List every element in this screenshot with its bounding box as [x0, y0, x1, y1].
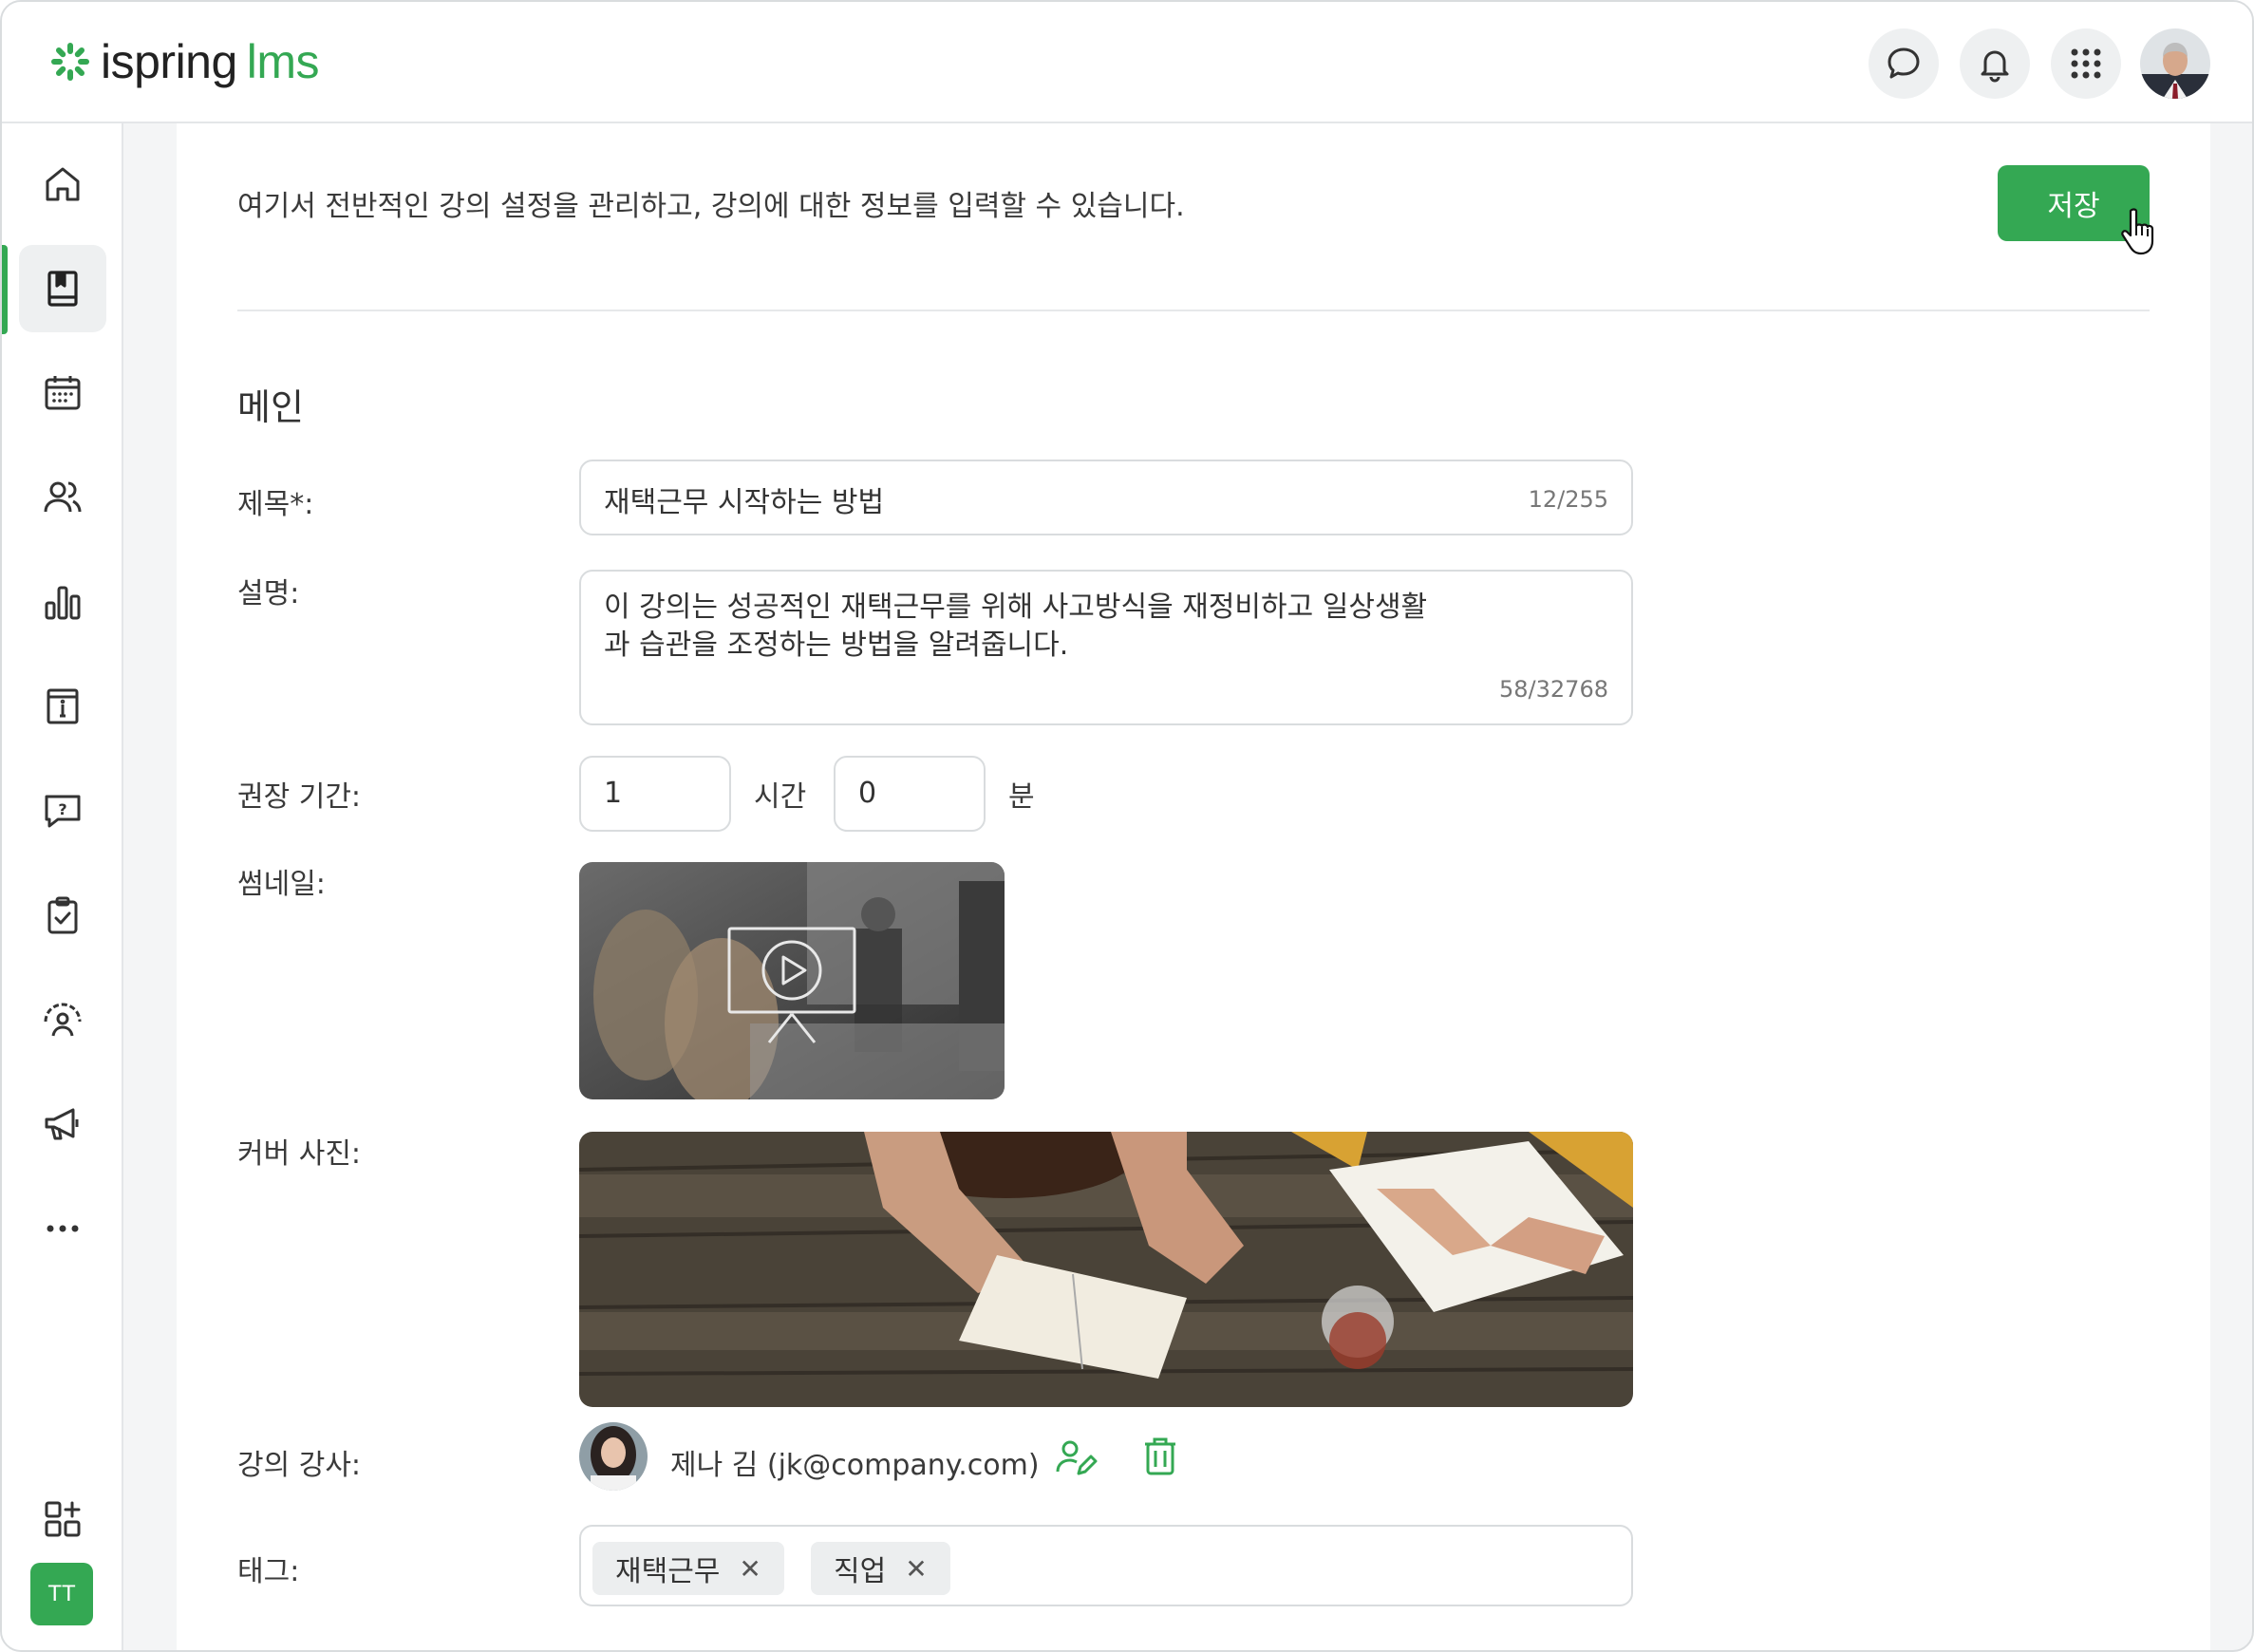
sidebar-add-widget[interactable]: [19, 1475, 106, 1563]
chat-icon: [1888, 47, 1920, 79]
title-counter: 12/255: [1528, 486, 1608, 513]
trash-icon: [1145, 1437, 1175, 1475]
remove-tag-icon[interactable]: ✕: [905, 1553, 927, 1585]
cover-photo-icon: [579, 1132, 1633, 1407]
instructor-photo-icon: [579, 1422, 648, 1491]
sidebar-item-calendar[interactable]: [19, 349, 106, 437]
logo[interactable]: ispring lms: [49, 34, 320, 89]
description-line-1: 이 강의는 성공적인 재택근무를 위해 사고방식을 재정비하고 일상생활: [604, 591, 1428, 624]
user-initials-badge[interactable]: TT: [30, 1563, 93, 1625]
minutes-unit-label: 분: [1008, 780, 1035, 814]
thumbnail-label: 썸네일:: [237, 868, 326, 901]
tag-chip: 재택근무 ✕: [592, 1542, 784, 1595]
users-icon: [44, 481, 82, 513]
svg-text:?: ?: [58, 800, 66, 818]
hours-unit-label: 시간: [754, 780, 807, 814]
apps-button[interactable]: [2051, 28, 2121, 99]
sidebar-item-info[interactable]: [19, 663, 106, 750]
question-bubble-icon: ?: [45, 795, 81, 828]
sidebar-item-courses[interactable]: [19, 245, 106, 332]
instructor-label: 강의 강사:: [237, 1449, 362, 1482]
megaphone-icon: [45, 1108, 79, 1140]
user-photo-icon: [2140, 28, 2210, 99]
thumbnail-image[interactable]: [579, 862, 1005, 1099]
sidebar-item-reports[interactable]: [19, 558, 106, 646]
sidebar-item-assignments[interactable]: [19, 872, 106, 959]
calendar-icon: [45, 376, 81, 410]
course-settings-panel: 여기서 전반적인 강의 설정을 관리하고, 강의에 대한 정보를 입력할 수 있…: [177, 123, 2210, 1650]
sidebar-item-announcements[interactable]: [19, 1080, 106, 1168]
chat-button[interactable]: [1869, 28, 1939, 99]
notifications-button[interactable]: [1960, 28, 2030, 99]
sidebar-item-performance[interactable]: [19, 976, 106, 1063]
instructor-avatar: [579, 1422, 648, 1491]
tags-label: 태그:: [237, 1555, 300, 1588]
title-value: 재택근무 시작하는 방법: [604, 486, 885, 519]
sidebar-item-users[interactable]: [19, 454, 106, 541]
sidebar-item-home[interactable]: [19, 141, 106, 228]
duration-minutes-value: 0: [858, 777, 877, 810]
bell-icon: [1981, 50, 2009, 83]
title-label: 제목*:: [237, 488, 314, 521]
sidebar: ? TT: [2, 123, 123, 1650]
cover-label: 커버 사진:: [237, 1137, 362, 1171]
instructor-name: 제나 김 (jk@company.com): [670, 1449, 1040, 1482]
description-counter: 58/32768: [1499, 676, 1608, 703]
info-doc-icon: [47, 688, 79, 724]
tag-label: 직업: [834, 1555, 887, 1588]
page-intro: 여기서 전반적인 강의 설정을 관리하고, 강의에 대한 정보를 입력할 수 있…: [237, 190, 1185, 223]
edit-user-icon: [1056, 1440, 1098, 1475]
duration-label: 권장 기간:: [237, 780, 362, 814]
tag-label: 재택근무: [615, 1555, 721, 1588]
logo-text: ispring lms: [101, 35, 320, 88]
cover-image[interactable]: [579, 1132, 1633, 1407]
book-icon: [47, 271, 78, 307]
description-line-2: 과 습관을 조정하는 방법을 알려줍니다.: [604, 629, 1069, 662]
tag-chip: 직업 ✕: [811, 1542, 950, 1595]
clipboard-check-icon: [47, 896, 78, 934]
home-icon: [46, 167, 80, 201]
section-title-main: 메인: [237, 386, 304, 428]
top-header: ispring lms: [2, 2, 2252, 123]
speedometer-user-icon: [44, 1003, 82, 1037]
more-dots-icon: [47, 1225, 79, 1232]
active-indicator: [2, 245, 8, 334]
sidebar-item-questions[interactable]: ?: [19, 767, 106, 854]
delete-instructor-button[interactable]: [1137, 1434, 1183, 1479]
description-textarea[interactable]: 이 강의는 성공적인 재택근무를 위해 사고방식을 재정비하고 일상생활 과 습…: [579, 570, 1633, 725]
edit-instructor-button[interactable]: [1054, 1436, 1099, 1481]
thumbnail-photo-icon: [579, 862, 1005, 1099]
app-window: ispring lms ? TT 여기서 전반적인 강의 설정을 관리하고, 강…: [0, 0, 2254, 1652]
apps-grid-icon: [2071, 48, 2101, 79]
add-widget-icon: [45, 1501, 81, 1537]
divider: [237, 310, 2150, 311]
duration-hours-value: 1: [604, 777, 623, 810]
logo-mark-icon: [51, 43, 89, 81]
title-input[interactable]: 재택근무 시작하는 방법 12/255: [579, 460, 1633, 535]
duration-hours-input[interactable]: 1: [579, 756, 731, 832]
duration-minutes-input[interactable]: 0: [834, 756, 986, 832]
description-label: 설명:: [237, 577, 300, 610]
hand-cursor-icon: [2121, 208, 2154, 255]
bar-chart-icon: [45, 586, 81, 620]
sidebar-item-more[interactable]: [19, 1185, 106, 1272]
user-avatar[interactable]: [2140, 28, 2210, 99]
tags-input[interactable]: 재택근무 ✕ 직업 ✕: [579, 1525, 1633, 1606]
remove-tag-icon[interactable]: ✕: [739, 1553, 761, 1585]
